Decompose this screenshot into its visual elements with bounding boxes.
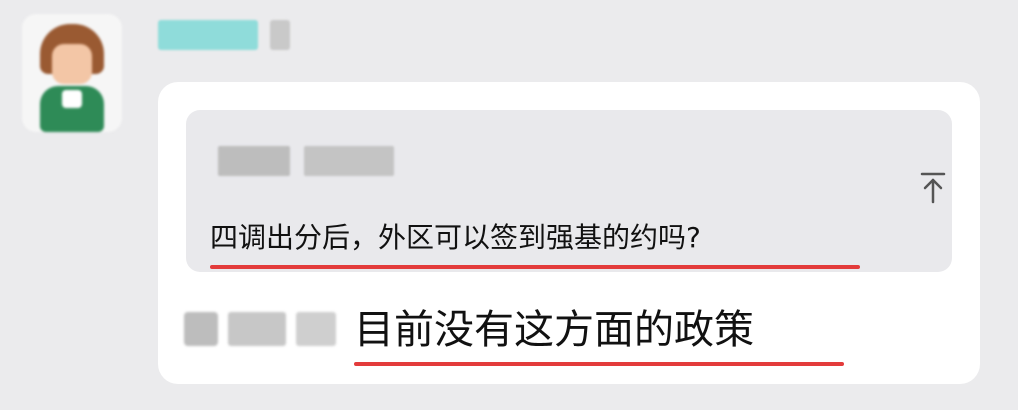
pin-top-icon[interactable] xyxy=(918,170,948,206)
reply-line: 目前没有这方面的政策 xyxy=(184,306,944,366)
nickname-blur-block-2 xyxy=(270,20,290,50)
reply-name-blur-3 xyxy=(296,312,336,346)
reply-name-blur-1 xyxy=(184,312,218,346)
avatar-face xyxy=(52,44,92,84)
quoted-message[interactable]: 四调出分后，外区可以签到强基的约吗? xyxy=(186,110,952,272)
quoted-message-text: 四调出分后，外区可以签到强基的约吗? xyxy=(210,221,701,254)
quote-underline xyxy=(210,265,860,269)
reply-name-pixelated xyxy=(184,312,336,346)
avatar-collar xyxy=(62,90,82,108)
chat-screen: 四调出分后，外区可以签到强基的约吗? 目前没有这方面的政策 xyxy=(0,0,1018,410)
quoted-meta-blur-1 xyxy=(218,146,290,176)
quoted-meta-blur-2 xyxy=(304,146,394,176)
reply-underline xyxy=(354,362,844,366)
message-bubble[interactable]: 四调出分后，外区可以签到强基的约吗? 目前没有这方面的政策 xyxy=(158,82,980,384)
avatar[interactable] xyxy=(22,14,122,132)
nickname-blur-block-1 xyxy=(158,20,258,50)
sender-nickname-pixelated xyxy=(158,20,290,50)
reply-name-blur-2 xyxy=(228,312,286,346)
reply-message-text: 目前没有这方面的政策 xyxy=(354,307,754,353)
quoted-meta-pixelated xyxy=(218,146,394,176)
